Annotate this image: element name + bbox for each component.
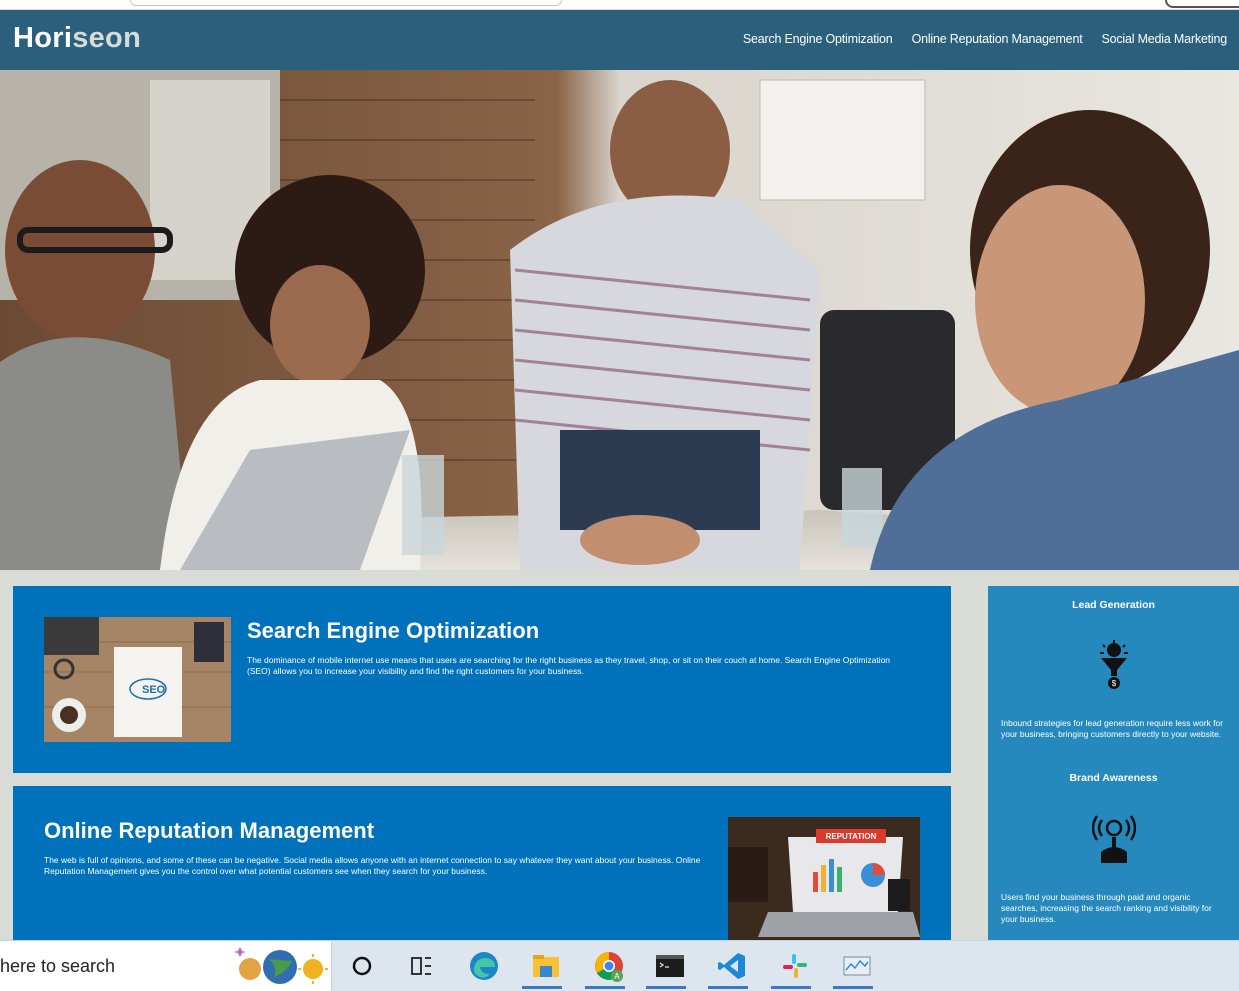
resource-monitor-active-indicator: [833, 986, 873, 989]
main-nav: Search Engine Optimization Online Reputa…: [743, 32, 1227, 46]
svg-text:$: $: [1112, 679, 1117, 688]
lead-generation-icon: $: [1100, 640, 1128, 689]
lead-generation-text: Inbound strategies for lead generation r…: [1001, 718, 1224, 739]
terminal-icon[interactable]: [654, 950, 686, 982]
nav-link-seo[interactable]: Search Engine Optimization: [743, 32, 893, 46]
seo-section: SEO Search Engine Optimization The domin…: [13, 586, 951, 773]
vscode-active-indicator: [708, 986, 748, 989]
orm-title: Online Reputation Management: [44, 818, 375, 843]
site-header: Horiseon Search Engine Optimization Onli…: [0, 10, 1239, 70]
logo-main: Hori: [13, 22, 73, 54]
chrome-icon[interactable]: A: [593, 950, 625, 982]
nav-link-orm[interactable]: Online Reputation Management: [912, 32, 1083, 46]
brand-awareness-title: Brand Awareness: [1069, 772, 1158, 784]
seo-title: Search Engine Optimization: [247, 618, 540, 643]
orm-image: REPUTATION: [728, 817, 920, 941]
taskbar-search-box[interactable]: here to search: [0, 941, 332, 991]
orm-section: Online Reputation Management The web is …: [13, 786, 951, 941]
orm-text: The web is full of opinions, and some of…: [44, 855, 701, 876]
file-explorer-icon[interactable]: [530, 950, 562, 982]
svg-text:SEO: SEO: [142, 684, 166, 696]
seo-text: The dominance of mobile internet use mea…: [247, 655, 891, 676]
hero-image: [0, 70, 1239, 570]
brand-awareness-icon: [1092, 815, 1136, 863]
resource-monitor-icon[interactable]: [841, 950, 873, 982]
svg-text:REPUTATION: REPUTATION: [826, 832, 877, 841]
hero-photo: [0, 70, 1239, 570]
slack-icon[interactable]: [779, 950, 811, 982]
vscode-icon[interactable]: [716, 950, 748, 982]
taskbar-search-text: here to search: [0, 956, 116, 976]
file-explorer-active-indicator: [522, 986, 562, 989]
browser-button-edge: [1165, 0, 1239, 8]
svg-text:A: A: [614, 972, 620, 981]
task-view-icon[interactable]: [405, 950, 437, 982]
cortana-icon[interactable]: [346, 950, 378, 982]
browser-tab-edge: [130, 0, 562, 6]
terminal-active-indicator: [646, 986, 686, 989]
slack-active-indicator: [771, 986, 811, 989]
lead-generation-title: Lead Generation: [1072, 599, 1155, 611]
benefits-sidebar: Lead Generation $ Inbound strategies for…: [988, 586, 1239, 940]
brand-awareness-text: Users find your business through paid an…: [1001, 892, 1212, 924]
weather-icon[interactable]: [234, 945, 328, 987]
seo-image: SEO: [44, 617, 231, 742]
logo-accent: seon: [72, 22, 142, 54]
chrome-active-indicator: [585, 986, 625, 989]
browser-chrome-edge: [0, 0, 1239, 9]
edge-icon[interactable]: [468, 950, 500, 982]
site-logo[interactable]: Horiseon: [13, 22, 141, 55]
nav-link-smm[interactable]: Social Media Marketing: [1101, 32, 1227, 46]
windows-taskbar: here to search A: [0, 940, 1239, 991]
